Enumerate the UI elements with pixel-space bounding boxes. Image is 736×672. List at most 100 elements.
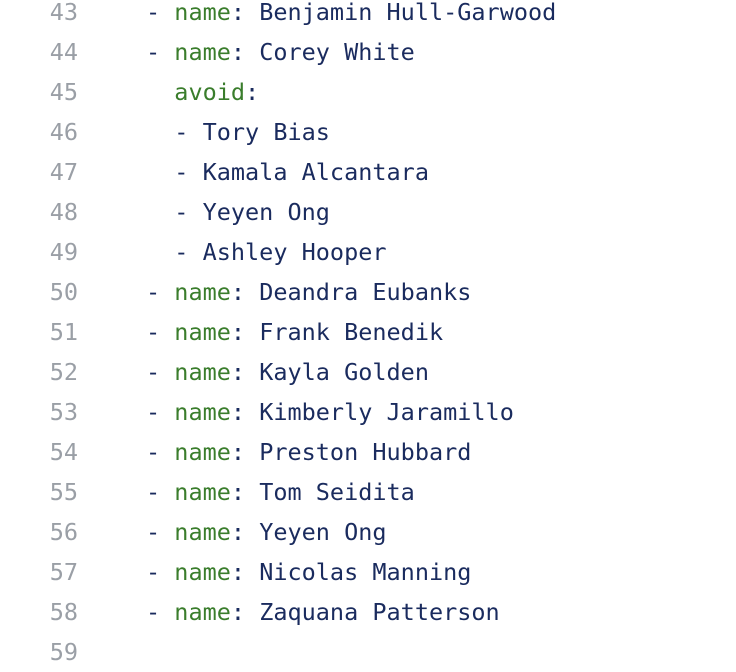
list-dash: - bbox=[174, 238, 203, 266]
yaml-colon: : bbox=[230, 278, 260, 306]
line-number: 54 bbox=[49, 438, 78, 466]
code-content[interactable]: - Ashley Hooper bbox=[78, 232, 387, 272]
code-line[interactable]: 51 - name: Frank Benedik bbox=[0, 312, 736, 352]
code-content[interactable]: - name: Corey White bbox=[78, 32, 415, 72]
yaml-colon: : bbox=[230, 558, 260, 586]
yaml-value: Ashley Hooper bbox=[202, 238, 387, 266]
code-content[interactable] bbox=[78, 632, 146, 672]
list-dash: - bbox=[146, 518, 175, 546]
line-number: 49 bbox=[49, 238, 78, 266]
list-dash: - bbox=[174, 198, 203, 226]
code-line[interactable]: 53 - name: Kimberly Jaramillo bbox=[0, 392, 736, 432]
yaml-value: Benjamin Hull-Garwood bbox=[259, 0, 557, 26]
list-dash: - bbox=[146, 438, 175, 466]
code-content[interactable]: - Tory Bias bbox=[78, 112, 330, 152]
code-content[interactable]: - name: Zaquana Patterson bbox=[78, 592, 500, 632]
list-dash: - bbox=[146, 358, 175, 386]
line-number: 59 bbox=[49, 638, 78, 666]
line-number: 53 bbox=[49, 398, 78, 426]
yaml-value: Zaquana Patterson bbox=[259, 598, 500, 626]
code-content[interactable]: - name: Deandra Eubanks bbox=[78, 272, 471, 312]
line-number: 50 bbox=[49, 278, 78, 306]
line-number: 45 bbox=[49, 78, 78, 106]
code-line[interactable]: 47 - Kamala Alcantara bbox=[0, 152, 736, 192]
yaml-key: name bbox=[174, 478, 231, 506]
code-line[interactable]: 52 - name: Kayla Golden bbox=[0, 352, 736, 392]
code-content[interactable]: - name: Kayla Golden bbox=[78, 352, 429, 392]
yaml-value: Preston Hubbard bbox=[259, 438, 472, 466]
yaml-value: Deandra Eubanks bbox=[259, 278, 472, 306]
yaml-key: name bbox=[174, 358, 231, 386]
yaml-key: avoid bbox=[174, 78, 246, 106]
code-content[interactable]: - name: Kimberly Jaramillo bbox=[78, 392, 514, 432]
yaml-colon: : bbox=[230, 598, 260, 626]
code-content[interactable]: - name: Yeyen Ong bbox=[78, 512, 387, 552]
yaml-colon: : bbox=[230, 518, 260, 546]
list-dash: - bbox=[146, 598, 175, 626]
line-number: 46 bbox=[49, 118, 78, 146]
code-content[interactable]: - name: Benjamin Hull-Garwood bbox=[78, 0, 556, 32]
yaml-colon: : bbox=[230, 358, 260, 386]
code-content[interactable]: - Kamala Alcantara bbox=[78, 152, 429, 192]
list-dash: - bbox=[146, 0, 175, 26]
code-line[interactable]: 50 - name: Deandra Eubanks bbox=[0, 272, 736, 312]
yaml-colon: : bbox=[245, 78, 260, 106]
list-dash: - bbox=[146, 478, 175, 506]
code-line[interactable]: 49 - Ashley Hooper bbox=[0, 232, 736, 272]
yaml-key: name bbox=[174, 518, 231, 546]
yaml-value: Kayla Golden bbox=[259, 358, 429, 386]
list-dash: - bbox=[146, 398, 175, 426]
yaml-key: name bbox=[174, 0, 231, 26]
line-number: 57 bbox=[49, 558, 78, 586]
line-number: 51 bbox=[49, 318, 78, 346]
line-number: 56 bbox=[49, 518, 78, 546]
yaml-value: Frank Benedik bbox=[259, 318, 444, 346]
code-line[interactable]: 56 - name: Yeyen Ong bbox=[0, 512, 736, 552]
list-dash: - bbox=[146, 278, 175, 306]
code-line[interactable]: 44 - name: Corey White bbox=[0, 32, 736, 72]
line-number: 58 bbox=[49, 598, 78, 626]
yaml-value: Corey White bbox=[259, 38, 415, 66]
code-line[interactable]: 55 - name: Tom Seidita bbox=[0, 472, 736, 512]
code-line[interactable]: 57 - name: Nicolas Manning bbox=[0, 552, 736, 592]
yaml-value: Yeyen Ong bbox=[259, 518, 387, 546]
code-line[interactable]: 43 - name: Benjamin Hull-Garwood bbox=[0, 0, 736, 32]
yaml-key: name bbox=[174, 398, 231, 426]
yaml-value: Tory Bias bbox=[202, 118, 330, 146]
code-line[interactable]: 58 - name: Zaquana Patterson bbox=[0, 592, 736, 632]
list-dash: - bbox=[146, 558, 175, 586]
code-line[interactable]: 54 - name: Preston Hubbard bbox=[0, 432, 736, 472]
line-number: 52 bbox=[49, 358, 78, 386]
yaml-key: name bbox=[174, 598, 231, 626]
code-content[interactable]: - name: Frank Benedik bbox=[78, 312, 443, 352]
code-content[interactable]: - Yeyen Ong bbox=[78, 192, 330, 232]
yaml-value: Kamala Alcantara bbox=[202, 158, 429, 186]
yaml-key: name bbox=[174, 278, 231, 306]
code-line[interactable]: 46 - Tory Bias bbox=[0, 112, 736, 152]
code-content[interactable]: avoid: bbox=[78, 72, 259, 112]
yaml-key: name bbox=[174, 558, 231, 586]
code-line[interactable]: 59 bbox=[0, 632, 736, 672]
yaml-colon: : bbox=[230, 398, 260, 426]
line-number: 44 bbox=[49, 38, 78, 66]
code-content[interactable]: - name: Preston Hubbard bbox=[78, 432, 471, 472]
yaml-colon: : bbox=[230, 0, 260, 26]
code-line[interactable]: 45 avoid: bbox=[0, 72, 736, 112]
line-number: 43 bbox=[49, 0, 78, 26]
code-editor[interactable]: 43 - name: Benjamin Hull-Garwood 44 - na… bbox=[0, 0, 736, 672]
line-number: 55 bbox=[49, 478, 78, 506]
line-number: 48 bbox=[49, 198, 78, 226]
list-dash: - bbox=[174, 118, 203, 146]
code-content[interactable]: - name: Nicolas Manning bbox=[78, 552, 471, 592]
code-content[interactable]: - name: Tom Seidita bbox=[78, 472, 415, 512]
yaml-colon: : bbox=[230, 438, 260, 466]
list-dash: - bbox=[174, 158, 203, 186]
yaml-colon: : bbox=[230, 318, 260, 346]
code-line[interactable]: 48 - Yeyen Ong bbox=[0, 192, 736, 232]
yaml-key: name bbox=[174, 318, 231, 346]
